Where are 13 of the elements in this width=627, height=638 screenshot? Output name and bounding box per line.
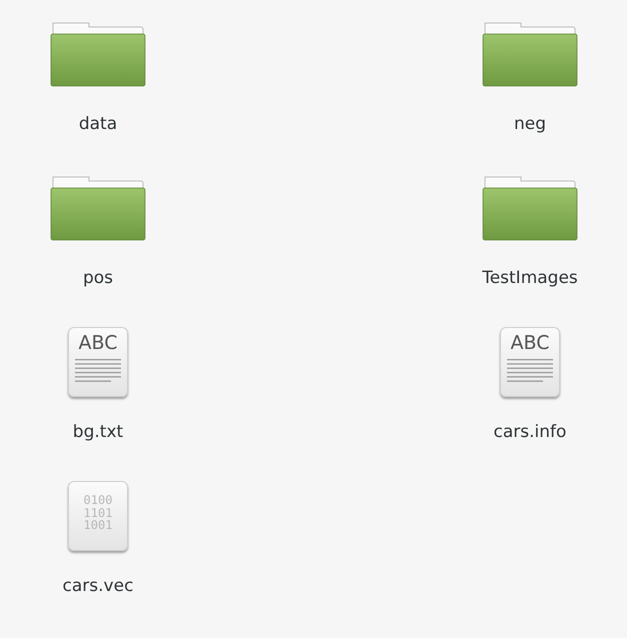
file-name[interactable]: cars.vec [62, 576, 134, 596]
text-file-icon: ABC [500, 327, 560, 397]
file-name[interactable]: pos [82, 268, 114, 288]
text-file-icon: ABC [68, 327, 128, 397]
file-name[interactable]: cars.info [494, 422, 566, 442]
folder-icon [482, 175, 578, 241]
file-name[interactable]: data [78, 114, 118, 134]
folder-icon [482, 21, 578, 87]
file-name[interactable]: TestImages [482, 268, 578, 288]
folder-icon [50, 175, 146, 241]
file-name[interactable]: bg.txt [72, 422, 124, 442]
file-name[interactable]: neg [514, 114, 546, 134]
folder-icon [50, 21, 146, 87]
